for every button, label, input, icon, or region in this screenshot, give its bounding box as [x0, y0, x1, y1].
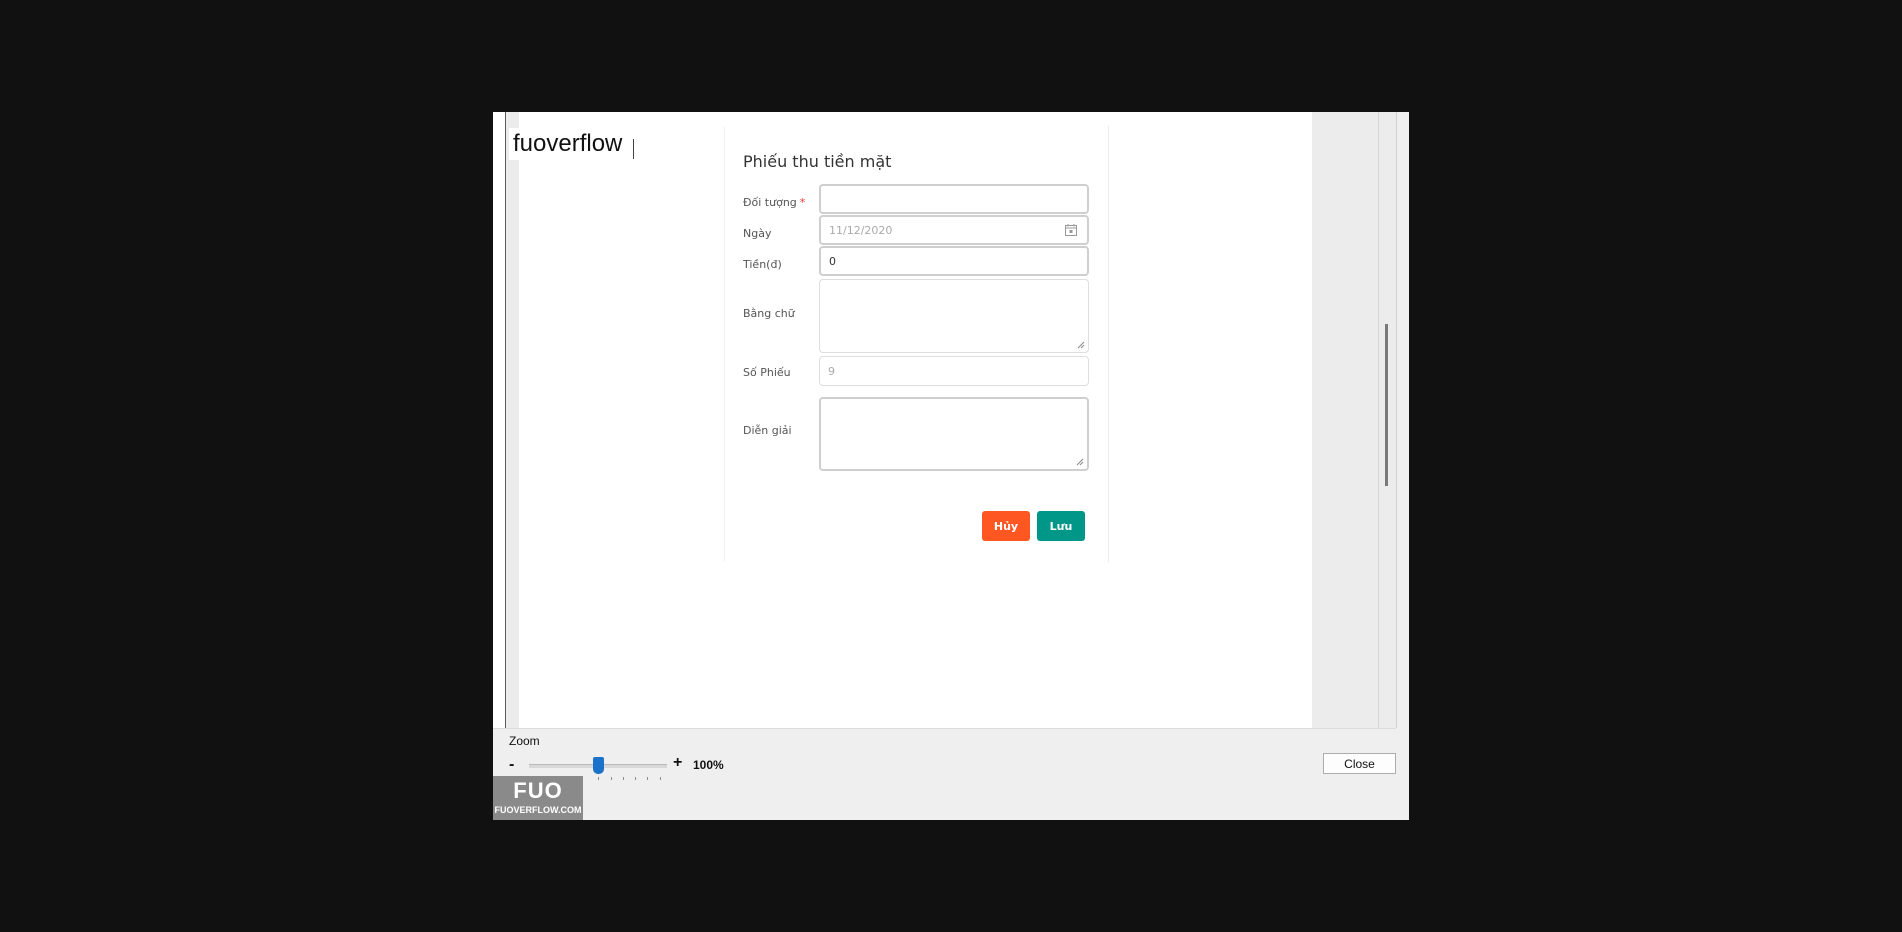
scroll-track[interactable]: [1378, 112, 1379, 728]
cash-receipt-form: Phiếu thu tiền mặt Đối tượng * Ngày 11/12…: [724, 126, 1109, 562]
field-label-doi-tuong: Đối tượng *: [743, 196, 805, 209]
slider-tick: [611, 777, 612, 780]
calendar-icon[interactable]: [1065, 224, 1077, 236]
field-label-so-phieu: Số Phiếu: [743, 366, 791, 379]
date-value: 11/12/2020: [829, 223, 893, 237]
doi-tuong-input[interactable]: [819, 184, 1089, 214]
left-gutter: [506, 112, 519, 728]
slider-tick: [635, 777, 636, 780]
save-button[interactable]: Lưu: [1037, 511, 1085, 541]
preview-window: Phiếu thu tiền mặt Đối tượng * Ngày 11/12…: [493, 112, 1409, 820]
bang-chu-textarea[interactable]: [819, 279, 1089, 353]
fuo-logo: FUO FUOVERFLOW.COM: [493, 776, 583, 820]
logo-main-text: FUO: [513, 778, 563, 803]
resize-grip-icon[interactable]: [1077, 341, 1085, 349]
resize-grip-icon[interactable]: [1076, 458, 1084, 466]
field-label-dien-giai: Diễn giải: [743, 424, 792, 437]
form-title: Phiếu thu tiền mặt: [743, 152, 892, 171]
ngay-date-input[interactable]: 11/12/2020: [819, 215, 1089, 245]
slider-tick: [660, 777, 661, 780]
vertical-scrollbar-thumb[interactable]: [1385, 324, 1388, 486]
field-label-bang-chu: Bằng chữ: [743, 307, 795, 320]
zoom-in-button[interactable]: +: [673, 754, 682, 772]
zoom-out-button[interactable]: -: [509, 756, 514, 774]
dien-giai-textarea[interactable]: [819, 397, 1089, 471]
tien-input[interactable]: 0: [819, 246, 1089, 276]
document-viewer: Phiếu thu tiền mặt Đối tượng * Ngày 11/12…: [493, 112, 1397, 729]
slider-tick: [598, 777, 599, 780]
required-asterisk: *: [799, 196, 806, 209]
text-caret: [633, 139, 634, 159]
cancel-button[interactable]: Hủy: [982, 511, 1030, 541]
watermark-text: fuoverflow: [509, 128, 627, 160]
zoom-label: Zoom: [509, 734, 540, 748]
slider-tick: [647, 777, 648, 780]
frame-border: [1396, 112, 1397, 728]
zoom-percentage: 100%: [693, 758, 724, 772]
close-button[interactable]: Close: [1323, 753, 1396, 774]
zoom-slider-thumb[interactable]: [593, 757, 604, 774]
label-text: Đối tượng: [743, 196, 797, 209]
field-label-ngay: Ngày: [743, 227, 772, 240]
slider-tick: [623, 777, 624, 780]
right-gutter: [1312, 112, 1396, 728]
logo-sub-text: FUOVERFLOW.COM: [494, 805, 582, 815]
so-phieu-input[interactable]: 9: [819, 356, 1089, 386]
field-label-tien: Tiền(đ): [743, 258, 782, 271]
